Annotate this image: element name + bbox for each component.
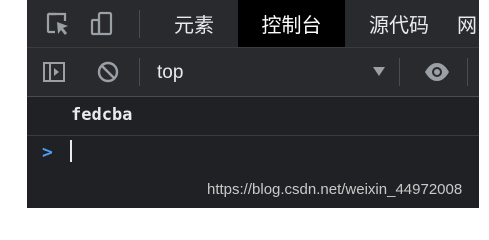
- chevron-down-icon[interactable]: [373, 67, 385, 76]
- tab-elements[interactable]: 元素: [154, 0, 234, 47]
- eye-icon[interactable]: [422, 48, 452, 96]
- console-output: fedcba > https://blog.csdn.net/weixin_44…: [27, 97, 479, 208]
- show-sidebar-icon[interactable]: [39, 48, 69, 96]
- prompt-chevron-icon: >: [42, 142, 53, 163]
- tab-console-label: 控制台: [261, 13, 322, 37]
- tab-bar-divider: [139, 10, 140, 38]
- tab-network[interactable]: 网: [457, 0, 479, 47]
- console-prompt[interactable]: >: [27, 136, 479, 166]
- tab-console[interactable]: 控制台: [238, 0, 345, 47]
- toolbar-divider: [399, 58, 400, 86]
- clear-console-icon[interactable]: [93, 48, 123, 96]
- console-log-message: fedcba: [71, 105, 133, 125]
- text-caret: [70, 140, 72, 162]
- context-selector[interactable]: top: [157, 62, 183, 84]
- tab-sources[interactable]: 源代码: [349, 0, 449, 47]
- tab-elements-label: 元素: [174, 13, 214, 37]
- devtools-tab-bar: 元素 控制台 源代码 网: [27, 0, 479, 48]
- console-toolbar: top: [27, 48, 479, 97]
- device-toolbar-icon[interactable]: [87, 0, 117, 47]
- devtools-panel: 元素 控制台 源代码 网 top fedcba > https://blog.c…: [27, 0, 479, 208]
- console-log-row: fedcba: [27, 97, 479, 136]
- inspect-element-icon[interactable]: [43, 0, 73, 47]
- screenshot-frame: 元素 控制台 源代码 网 top fedcba > https://blog.c…: [0, 0, 489, 208]
- tab-network-label: 网: [457, 13, 477, 37]
- toolbar-divider: [139, 58, 140, 86]
- toolbar-divider: [467, 58, 468, 86]
- watermark-text: https://blog.csdn.net/weixin_44972008: [207, 181, 463, 198]
- tab-sources-label: 源代码: [369, 13, 429, 37]
